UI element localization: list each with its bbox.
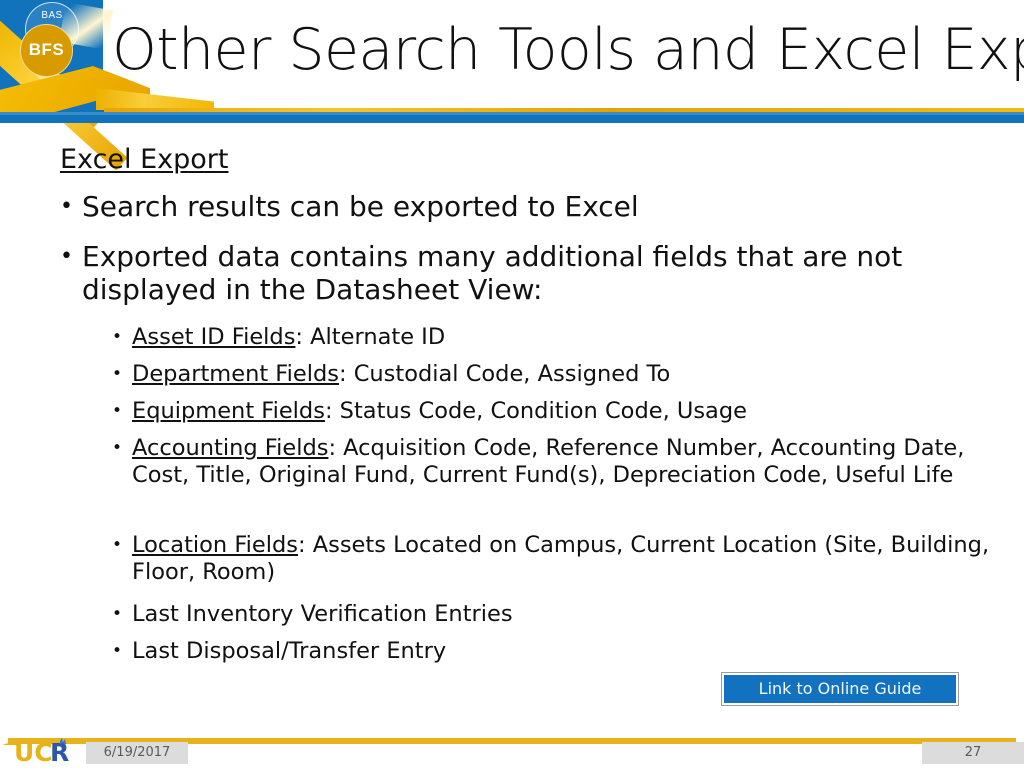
bas-logo-label: BAS [41, 10, 63, 21]
slide-header: BAS BFS Other Search Tools and Excel Exp… [0, 0, 1024, 171]
svg-text:UC: UC [14, 738, 53, 766]
bullet-marker: • [112, 364, 123, 384]
subbullet-item-department-fields: • Department Fields: Custodial Code, Ass… [112, 361, 992, 388]
subbullet-label: Department Fields [132, 361, 339, 387]
subbullet-label: Accounting Fields [132, 435, 329, 461]
subbullet-text: Accounting Fields: Acquisition Code, Ref… [132, 435, 992, 489]
subbullet-item-location-fields: • Location Fields: Assets Located on Cam… [112, 532, 992, 586]
subbullet-item-equipment-fields: • Equipment Fields: Status Code, Conditi… [112, 398, 992, 425]
bullet-item-search-results: • Search results can be exported to Exce… [60, 190, 980, 223]
bullet-marker: • [112, 438, 123, 458]
subbullet-text: Location Fields: Assets Located on Campu… [132, 532, 992, 586]
bullet-marker: • [60, 244, 73, 269]
subbullet-item-last-disposal: • Last Disposal/Transfer Entry [112, 638, 992, 665]
bullet-text: Exported data contains many additional f… [82, 240, 903, 306]
subbullet-text: Equipment Fields: Status Code, Condition… [132, 398, 992, 425]
header-gold-wedge-tail [96, 88, 214, 110]
subbullet-rest: Last Inventory Verification Entries [132, 601, 513, 627]
subbullet-item-asset-id-fields: • Asset ID Fields: Alternate ID [112, 324, 992, 351]
bullet-item-exported-data: • Exported data contains many additional… [60, 240, 980, 306]
footer-date: 6/19/2017 [86, 742, 188, 764]
page-title: Other Search Tools and Excel Export [112, 17, 1024, 83]
subbullet-item-last-inventory: • Last Inventory Verification Entries [112, 601, 992, 628]
bullet-marker: • [112, 535, 123, 555]
subbullet-label: Location Fields [132, 532, 298, 558]
link-to-online-guide-button[interactable]: Link to Online Guide [721, 672, 959, 706]
bullet-marker: • [112, 327, 123, 347]
subbullet-rest: : Status Code, Condition Code, Usage [324, 398, 747, 424]
ucr-logo: UC R [14, 736, 86, 767]
bullet-marker: • [112, 641, 123, 661]
subbullet-text: Asset ID Fields: Alternate ID [132, 324, 992, 351]
section-heading: Excel Export [60, 144, 229, 175]
bullet-marker: • [112, 604, 123, 624]
bullet-text: Search results can be exported to Excel [82, 190, 639, 223]
bfs-logo-circle: BFS [20, 24, 73, 77]
header-blue-divider [0, 112, 1024, 123]
slide-body: Excel Export • Search results can be exp… [0, 128, 1024, 728]
slide: BAS BFS Other Search Tools and Excel Exp… [0, 0, 1024, 768]
svg-text:R: R [50, 738, 69, 766]
bfs-logo-label: BFS [28, 40, 65, 59]
subbullet-rest: Last Disposal/Transfer Entry [132, 638, 447, 664]
subbullet-rest: : Custodial Code, Assigned To [338, 361, 671, 387]
subbullet-item-accounting-fields: • Accounting Fields: Acquisition Code, R… [112, 435, 992, 489]
bullet-marker: • [60, 194, 73, 219]
subbullet-text: Department Fields: Custodial Code, Assig… [132, 361, 992, 388]
subbullet-label: Equipment Fields [132, 398, 325, 424]
subbullet-label: Asset ID Fields [132, 324, 296, 350]
footer-page-number: 27 [922, 742, 1024, 764]
subbullet-rest: : Alternate ID [295, 324, 446, 350]
bullet-marker: • [112, 401, 123, 421]
